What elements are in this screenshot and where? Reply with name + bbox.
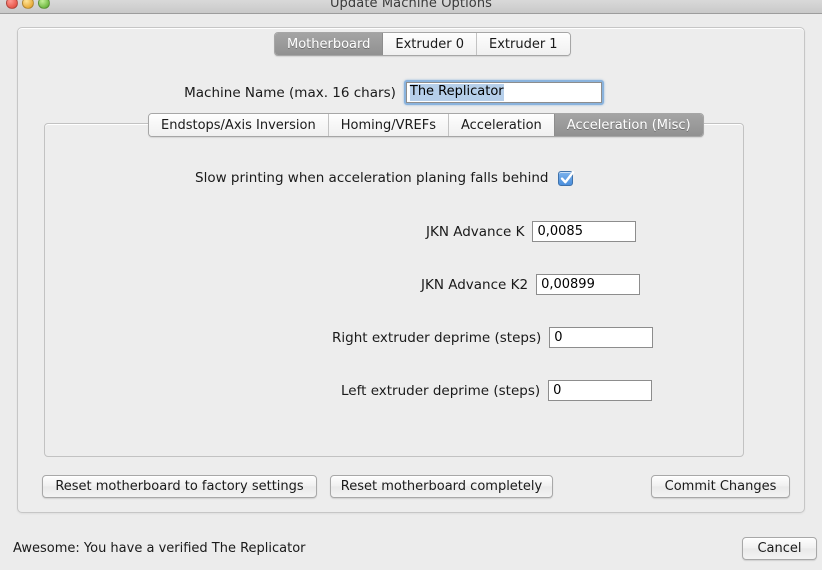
slow-printing-checkbox[interactable]: [558, 171, 573, 186]
left-extruder-deprime-row: Left extruder deprime (steps) 0: [341, 380, 652, 401]
jkn-advance-k2-row: JKN Advance K2 0,00899: [421, 274, 640, 295]
tab-extruder-1[interactable]: Extruder 1: [476, 33, 570, 55]
window-titlebar: Update Machine Options: [0, 0, 822, 14]
jkn-advance-k-label: JKN Advance K: [426, 224, 524, 240]
slow-printing-label: Slow printing when acceleration planing …: [195, 170, 548, 186]
reset-motherboard-completely-button[interactable]: Reset motherboard completely: [330, 475, 553, 498]
right-extruder-deprime-row: Right extruder deprime (steps) 0: [332, 327, 653, 348]
jkn-advance-k-row: JKN Advance K 0,0085: [426, 221, 636, 242]
left-extruder-deprime-label: Left extruder deprime (steps): [341, 383, 540, 399]
tab-motherboard[interactable]: Motherboard: [275, 33, 382, 55]
tab-acceleration-misc[interactable]: Acceleration (Misc): [554, 114, 703, 136]
cancel-button[interactable]: Cancel: [742, 537, 817, 560]
machine-name-label: Machine Name (max. 16 chars): [184, 85, 396, 101]
inner-tab-bar[interactable]: Endstops/Axis Inversion Homing/VREFs Acc…: [148, 113, 704, 137]
left-extruder-deprime-input[interactable]: 0: [548, 380, 652, 401]
status-message: Awesome: You have a verified The Replica…: [13, 541, 306, 556]
right-extruder-deprime-label: Right extruder deprime (steps): [332, 330, 541, 346]
tab-acceleration[interactable]: Acceleration: [448, 114, 554, 136]
commit-changes-button[interactable]: Commit Changes: [651, 475, 790, 498]
jkn-advance-k2-input[interactable]: 0,00899: [536, 274, 640, 295]
update-machine-options-window: Update Machine Options Motherboard Extru…: [0, 0, 822, 570]
tab-extruder-0[interactable]: Extruder 0: [382, 33, 476, 55]
machine-name-focus-ring: The Replicator: [404, 80, 604, 105]
jkn-advance-k2-label: JKN Advance K2: [421, 277, 528, 293]
machine-name-input[interactable]: The Replicator: [406, 82, 602, 103]
top-tab-bar[interactable]: Motherboard Extruder 0 Extruder 1: [274, 32, 571, 56]
machine-name-value: The Replicator: [410, 84, 504, 101]
machine-name-row: Machine Name (max. 16 chars) The Replica…: [0, 80, 788, 105]
tab-homing-vrefs[interactable]: Homing/VREFs: [328, 114, 448, 136]
jkn-advance-k-input[interactable]: 0,0085: [532, 221, 636, 242]
slow-printing-row: Slow printing when acceleration planing …: [195, 170, 573, 186]
reset-motherboard-factory-button[interactable]: Reset motherboard to factory settings: [42, 475, 317, 498]
right-extruder-deprime-input[interactable]: 0: [549, 327, 653, 348]
tab-endstops-axis-inversion[interactable]: Endstops/Axis Inversion: [149, 114, 328, 136]
window-title: Update Machine Options: [0, 0, 822, 13]
